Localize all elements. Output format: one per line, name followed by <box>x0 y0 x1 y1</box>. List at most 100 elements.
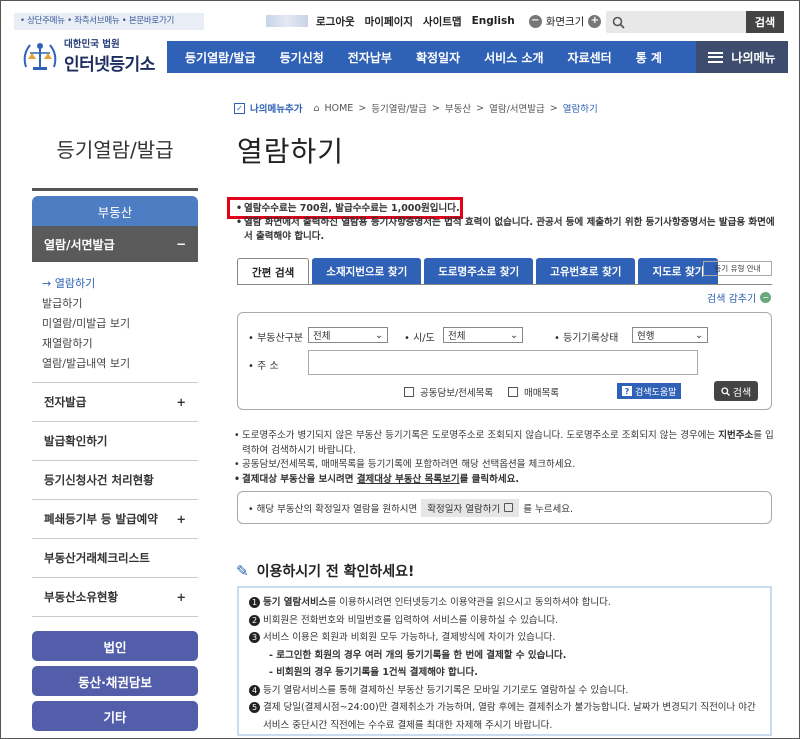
breadcrumb: ✓ 나의메뉴추가 ⌂ HOME > 등기열람/발급 > 부동산 > 열람/서면발… <box>234 101 598 115</box>
breadcrumb-separator: > <box>431 102 440 114</box>
breadcrumb-item[interactable]: 부동산 <box>445 101 471 115</box>
sidebar-category-corporation[interactable]: 법인 <box>32 631 198 661</box>
checkbox-icon <box>404 387 414 397</box>
sidebar-item-ownership[interactable]: 부동산소유현황 + <box>32 578 198 617</box>
sidebar-item-e-issue[interactable]: 전자발급 + <box>32 383 198 422</box>
selected-value: 현행 <box>637 331 655 342</box>
fixed-date-view-button[interactable]: 확정일자 열람하기 <box>421 498 520 517</box>
notice-legal-effect: 열람 화면에서 출력하신 열람용 등기사항증명서는 법적 효력이 없습니다. 관… <box>236 216 776 244</box>
tip-text: 결제대상 부동산을 보시려면 <box>242 473 357 485</box>
zoom-out-icon[interactable]: − <box>528 14 542 28</box>
sidebar-item-label: 전자발급 <box>44 395 87 409</box>
nav-item-e-payment[interactable]: 전자납부 <box>336 49 404 66</box>
logout-link[interactable]: 로그아웃 <box>316 14 355 29</box>
form-search-button[interactable]: 검색 <box>714 381 758 401</box>
button-label: 등기 유형 안내 <box>714 264 761 273</box>
guide-item: 4 등기 열람서비스를 통해 결제하신 부동산 등기기록은 모바일 기기로도 열람… <box>249 682 760 700</box>
zoom-in-icon[interactable]: + <box>588 14 602 28</box>
sidebar-subitem-view[interactable]: → 열람하기 <box>42 274 198 294</box>
mypage-link[interactable]: 마이페이지 <box>365 14 413 29</box>
checkbox-icon <box>508 387 518 397</box>
utility-bar: 로그아웃 마이페이지 사이트맵 English − 화면크기 + <box>266 11 605 31</box>
tab-road-address[interactable]: 도로명주소로 찾기 <box>424 258 534 285</box>
page-title: 열람하기 <box>237 135 345 168</box>
collapse-icon: − <box>175 237 186 251</box>
guide-subitem: - 로그인한 회원의 경우 여러 개의 등기기록을 한 번에 결제할 수 있습니… <box>269 649 567 661</box>
sidebar-subitem-issue[interactable]: 발급하기 <box>42 294 198 314</box>
sale-list-checkbox[interactable]: 매매목록 <box>508 385 559 399</box>
breadcrumb-item[interactable]: HOME <box>324 103 353 114</box>
add-favorite-link[interactable]: 나의메뉴추가 <box>250 101 302 115</box>
sitemap-link[interactable]: 사이트맵 <box>423 14 462 29</box>
notice-text: 를 누르세요. <box>523 503 573 515</box>
tip-text: 도로명주소가 병기되지 않은 부동산 등기기록은 도로명주소로 조회되지 않습니… <box>242 430 719 441</box>
tip-text: 를 클릭하세요. <box>459 473 519 485</box>
sidebar-category-other[interactable]: 기타 <box>32 701 198 731</box>
sidebar-item-issue-verify[interactable]: 발급확인하기 <box>32 422 198 461</box>
province-select[interactable]: 전체 ⌄ <box>443 327 523 343</box>
record-status-select[interactable]: 현행 ⌄ <box>632 327 708 343</box>
sidebar-menu: 부동산 열람/서면발급 − → 열람하기 발급하기 미열람/미발급 보기 재열람… <box>32 196 198 617</box>
sidebar-item-closed-reservation[interactable]: 폐쇄등기부 등 발급예약 + <box>32 500 198 539</box>
tab-simple-search[interactable]: 간편 검색 <box>237 258 310 285</box>
sidebar-item-view-issue-paper[interactable]: 열람/서면발급 − <box>32 226 198 262</box>
sidebar-divider <box>32 188 198 191</box>
nav-item-service-intro[interactable]: 서비스 소개 <box>472 49 555 66</box>
logo-title: 인터넷등기소 <box>64 55 155 75</box>
sidebar-subitem-review[interactable]: 재열람하기 <box>42 334 198 354</box>
breadcrumb-separator: > <box>358 102 367 114</box>
search-bar: 검색 <box>606 11 784 33</box>
sidebar-category-movable-bond[interactable]: 동산·채권담보 <box>32 666 198 696</box>
joint-collateral-checkbox[interactable]: 공동담보/전세목록 <box>404 385 493 399</box>
usage-guide: 1 등기 열람서비스를 이용하시려면 인터넷등기소 이용약관을 읽으시고 동의하셔… <box>237 586 772 736</box>
guide-text: 를 이용하시려면 인터넷등기소 이용약관을 읽으시고 동의하셔야 합니다. <box>327 597 611 608</box>
search-input[interactable] <box>606 11 746 33</box>
registry-type-guide-button[interactable]: 등기 유형 안내 <box>703 261 772 276</box>
nav-item-fixed-date[interactable]: 확정일자 <box>404 49 472 66</box>
address-input[interactable] <box>308 350 698 375</box>
payment-list-link[interactable]: 결제대상 부동산 목록보기 <box>357 474 460 485</box>
breadcrumb-item[interactable]: 등기열람/발급 <box>371 101 427 115</box>
sidebar-item-case-status[interactable]: 등기신청사건 처리현황 <box>32 461 198 500</box>
sidebar-title: 등기열람/발급 <box>56 138 174 162</box>
hide-search-toggle[interactable]: 검색 감추기 − <box>707 290 772 305</box>
number-badge-icon: 3 <box>249 632 260 643</box>
nav-item-statistics[interactable]: 통 계 <box>624 49 674 66</box>
property-type-select[interactable]: 전체 ⌄ <box>308 327 388 343</box>
sidebar-item-label: 부동산소유현황 <box>44 590 119 604</box>
sidebar-subitem-unviewed[interactable]: 미열람/미발급 보기 <box>42 314 198 334</box>
question-icon: ? <box>622 386 632 396</box>
sidebar-item-checklist[interactable]: 부동산거래체크리스트 <box>32 539 198 578</box>
guide-subitem: - 비회원의 경우 등기기록을 1건씩 결제해야 합니다. <box>269 667 478 678</box>
main-nav: 등기열람/발급 등기신청 전자납부 확정일자 서비스 소개 자료센터 통 계 나… <box>167 41 788 73</box>
site-logo[interactable]: 대한민국 법원 인터넷등기소 <box>18 36 155 75</box>
tab-lot-number[interactable]: 소재지번으로 찾기 <box>312 258 422 285</box>
record-status-label: • 등기기록상태 <box>554 333 619 344</box>
search-icon <box>721 386 730 396</box>
tab-divider <box>237 284 772 285</box>
sidebar-category-real-estate[interactable]: 부동산 <box>32 196 198 226</box>
sidebar-submenu: → 열람하기 발급하기 미열람/미발급 보기 재열람하기 열람/발급내역 보기 <box>32 262 198 383</box>
button-label: 확정일자 열람하기 <box>427 503 501 515</box>
english-link[interactable]: English <box>472 15 515 27</box>
chevron-down-icon: ⌄ <box>695 329 703 341</box>
my-menu-button[interactable]: 나의메뉴 <box>696 41 788 73</box>
breadcrumb-separator: > <box>549 102 558 114</box>
skip-links[interactable]: • 상단주메뉴 • 좌측서브메뉴 • 본문바로가기 <box>14 13 204 30</box>
number-badge-icon: 5 <box>249 702 260 713</box>
chevron-down-icon: ⌄ <box>510 329 518 341</box>
sidebar-item-label: 등기신청사건 처리현황 <box>44 473 154 487</box>
search-help-button[interactable]: ? 검색도움말 <box>617 383 682 399</box>
nav-item-resource-center[interactable]: 자료센터 <box>556 49 624 66</box>
nav-item-view-issue[interactable]: 등기열람/발급 <box>167 49 268 66</box>
tip-bold: 지번주소 <box>718 430 754 441</box>
checkbox-label: 공동담보/전세목록 <box>420 388 494 399</box>
expand-icon: + <box>176 395 186 409</box>
tab-unique-number[interactable]: 고유번호로 찾기 <box>536 258 636 285</box>
nav-item-application[interactable]: 등기신청 <box>268 49 336 66</box>
search-button[interactable]: 검색 <box>746 11 784 33</box>
court-emblem-icon <box>18 37 62 75</box>
sidebar-subitem-history[interactable]: 열람/발급내역 보기 <box>42 354 198 374</box>
guide-text: 결제 당일(결제시점~24:00)만 결제취소가 가능하며, 열람 후에는 결제… <box>263 702 756 731</box>
breadcrumb-item[interactable]: 열람/서면발급 <box>489 101 545 115</box>
